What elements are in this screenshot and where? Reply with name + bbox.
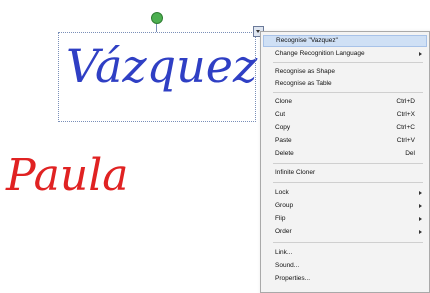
menu-item-sound[interactable]: Sound... (263, 260, 427, 272)
menu-item-cut[interactable]: Cut Ctrl+X (263, 109, 427, 121)
menu-item-change-recognition-language[interactable]: Change Recognition Language (263, 48, 427, 60)
menu-item-label: Order (275, 228, 292, 235)
menu-item-label: Copy (275, 124, 291, 131)
selection-box[interactable] (58, 32, 256, 122)
menu-item-shortcut: Ctrl+V (396, 137, 415, 144)
menu-item-label: Link... (275, 249, 293, 256)
submenu-arrow-icon (419, 230, 422, 234)
menu-item-label: Lock (275, 189, 289, 196)
menu-item-label: Clone (275, 98, 292, 105)
menu-item-label: Flip (275, 215, 286, 222)
menu-item-group[interactable]: Group (263, 200, 427, 212)
menu-item-recognise-word[interactable]: Recognise "Vazquez" (263, 35, 427, 47)
menu-item-label: Sound... (275, 262, 300, 269)
rotate-handle[interactable] (151, 12, 163, 24)
menu-item-shortcut: Ctrl+C (396, 124, 415, 131)
submenu-arrow-icon (419, 204, 422, 208)
menu-item-lock[interactable]: Lock (263, 187, 427, 199)
menu-separator (273, 62, 423, 63)
submenu-arrow-icon (419, 217, 422, 221)
menu-item-clone[interactable]: Clone Ctrl+D (263, 96, 427, 108)
menu-item-label: Recognise "Vazquez" (276, 37, 338, 44)
menu-item-label: Properties... (275, 275, 311, 282)
menu-item-recognise-as-table[interactable]: Recognise as Table (263, 78, 427, 90)
menu-item-link[interactable]: Link... (263, 247, 427, 259)
menu-separator (273, 92, 423, 93)
menu-separator (273, 163, 423, 164)
menu-item-order[interactable]: Order (263, 226, 427, 238)
menu-item-shortcut: Ctrl+D (396, 98, 415, 105)
menu-item-label: Recognise as Shape (275, 68, 335, 75)
menu-item-label: Recognise as Table (275, 80, 332, 87)
menu-item-label: Delete (275, 150, 294, 157)
menu-item-label: Group (275, 202, 294, 209)
menu-item-recognise-as-shape[interactable]: Recognise as Shape (263, 66, 427, 78)
menu-item-label: Paste (275, 137, 292, 144)
menu-item-label: Cut (275, 111, 286, 118)
menu-item-shortcut: Ctrl+X (396, 111, 415, 118)
context-menu: Recognise "Vazquez" Change Recognition L… (260, 31, 430, 293)
menu-item-properties[interactable]: Properties... (263, 273, 427, 285)
submenu-arrow-icon (419, 52, 422, 56)
menu-item-delete[interactable]: Delete Del (263, 148, 427, 160)
menu-item-label: Infinite Cloner (275, 169, 316, 176)
menu-separator (273, 242, 423, 243)
menu-separator (273, 182, 423, 183)
submenu-arrow-icon (419, 191, 422, 195)
menu-item-copy[interactable]: Copy Ctrl+C (263, 122, 427, 134)
menu-item-paste[interactable]: Paste Ctrl+V (263, 135, 427, 147)
menu-item-infinite-cloner[interactable]: Infinite Cloner (263, 167, 427, 179)
menu-item-label: Change Recognition Language (275, 50, 365, 57)
ink-word-paula[interactable]: Paula (5, 150, 129, 201)
menu-item-flip[interactable]: Flip (263, 213, 427, 225)
menu-item-shortcut: Del (405, 150, 415, 157)
